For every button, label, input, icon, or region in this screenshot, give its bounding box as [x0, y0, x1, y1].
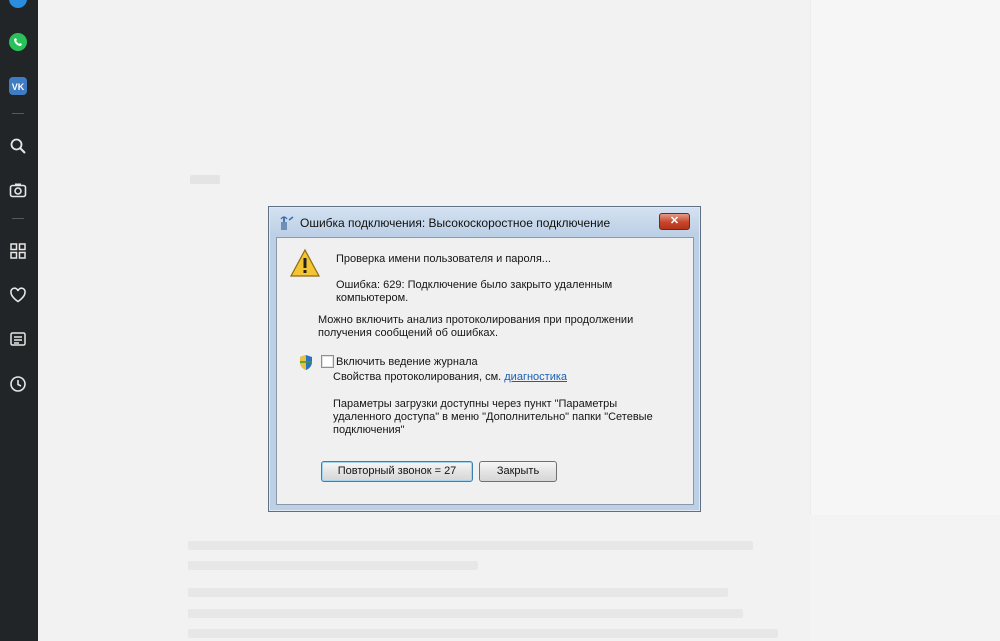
sidebar-divider	[12, 113, 24, 114]
close-window-button[interactable]: ✕	[659, 213, 690, 230]
page-right-column-lower	[810, 515, 1000, 641]
telegram-icon[interactable]	[7, 0, 29, 10]
params-line-1: Параметры загрузки доступны через пункт …	[333, 398, 618, 410]
params-line-3: подключения"	[333, 424, 405, 436]
blurred-text	[188, 588, 728, 597]
sidebar-divider	[12, 218, 24, 219]
news-icon[interactable]	[7, 328, 29, 350]
error-message-line-2: компьютером.	[336, 292, 409, 304]
logging-hint-line-1: Можно включить анализ протоколирования п…	[318, 314, 634, 326]
blurred-text	[188, 561, 478, 570]
apps-grid-icon[interactable]	[7, 240, 29, 262]
vk-icon-label: VK	[12, 82, 25, 92]
dialog-titlebar[interactable]: Ошибка подключения: Высокоскоростное под…	[270, 208, 699, 236]
blurred-text	[190, 175, 220, 184]
heart-icon[interactable]	[7, 284, 29, 306]
blurred-text	[188, 541, 753, 550]
enable-logging-label[interactable]: Включить ведение журнала	[336, 356, 478, 369]
page-right-column	[810, 0, 1000, 515]
dialog-title: Ошибка подключения: Высокоскоростное под…	[300, 216, 611, 230]
blurred-text	[188, 629, 778, 638]
params-line-2: удаленного доступа" в меню "Дополнительн…	[333, 411, 653, 423]
logging-properties-text: Свойства протоколирования, см. диагности…	[333, 371, 567, 384]
camera-icon[interactable]	[7, 179, 29, 201]
status-message: Проверка имени пользователя и пароля...	[336, 253, 551, 265]
logging-properties-prefix: Свойства протоколирования, см.	[333, 371, 502, 383]
blurred-text	[188, 609, 743, 618]
warning-icon	[289, 248, 321, 278]
connection-error-dialog: Ошибка подключения: Высокоскоростное под…	[268, 206, 701, 512]
error-message-line-1: Ошибка: 629: Подключение было закрыто уд…	[336, 279, 613, 291]
history-icon[interactable]	[7, 373, 29, 395]
dialog-client-area: Проверка имени пользователя и пароля... …	[276, 237, 694, 505]
close-button[interactable]: Закрыть	[479, 461, 557, 482]
search-icon[interactable]	[7, 135, 29, 157]
diagnostics-link[interactable]: диагностика	[504, 371, 567, 383]
logging-hint-line-2: получения сообщений об ошибках.	[318, 327, 499, 339]
uac-shield-icon	[298, 354, 314, 371]
whatsapp-icon[interactable]	[7, 31, 29, 53]
redial-button[interactable]: Повторный звонок = 27	[321, 461, 473, 482]
enable-logging-checkbox[interactable]	[321, 355, 334, 368]
vk-icon[interactable]: VK	[7, 75, 29, 97]
browser-sidebar: VK	[0, 0, 38, 641]
network-connection-icon	[278, 214, 296, 232]
